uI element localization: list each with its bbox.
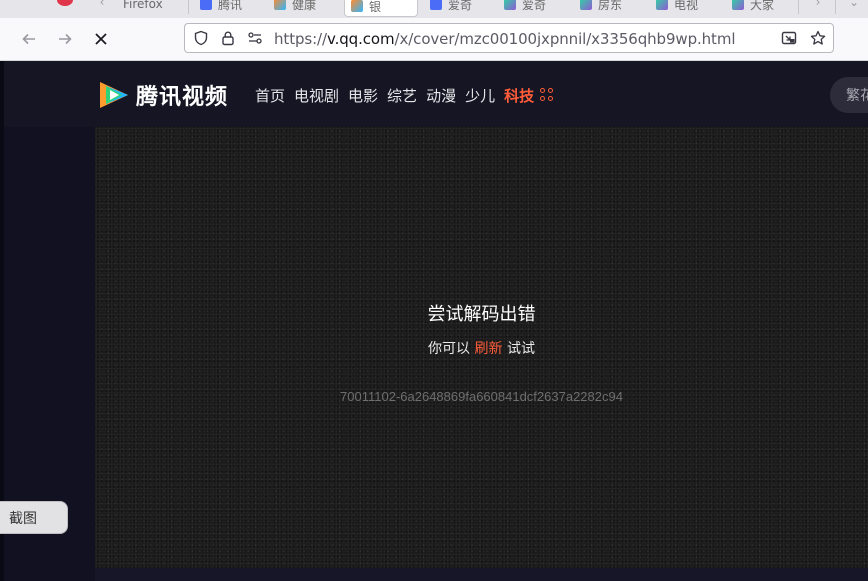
site-permissions-icon[interactable] <box>247 30 263 46</box>
site-header: 腾讯视频 首页 电视剧 电影 综艺 动漫 少儿 科技 繁花 <box>4 61 868 127</box>
tencent-video-logo-icon <box>100 82 128 108</box>
tab-label: Firefox <box>123 0 163 11</box>
page-content: 腾讯视频 首页 电视剧 电影 综艺 动漫 少儿 科技 繁花 尝试解码出错 你可以… <box>0 61 868 581</box>
tab-scroll-left-icon[interactable]: ‹ <box>94 0 110 10</box>
tracking-protection-shield-icon[interactable] <box>193 30 209 46</box>
url-text[interactable]: https://v.qq.com/x/cover/mzc00100jxpnnil… <box>274 30 736 48</box>
tab-label: 爱奇 <box>448 0 473 12</box>
error-title: 尝试解码出错 <box>427 304 536 325</box>
tab-favicon-icon <box>430 0 442 10</box>
url-host: v.qq.com <box>326 30 395 48</box>
refresh-link[interactable]: 刷新 <box>475 341 503 357</box>
tab-favicon-icon <box>732 0 744 10</box>
tab-favicon-icon <box>200 0 212 10</box>
browser-tab-1[interactable]: 腾讯 <box>200 0 255 14</box>
list-all-tabs-icon[interactable]: ⌄ <box>846 0 862 10</box>
tab-favicon-icon <box>351 0 363 12</box>
browser-navigation-bar: https://v.qq.com/x/cover/mzc00100jxpnnil… <box>0 18 868 61</box>
tab-favicon-icon <box>580 0 592 10</box>
nav-item-home[interactable]: 首页 <box>255 85 285 106</box>
picture-in-picture-icon[interactable] <box>781 30 797 46</box>
browser-tab-4[interactable]: 爱奇 <box>430 0 492 14</box>
tab-label: 腾讯 <box>218 0 243 12</box>
site-logo[interactable]: 腾讯视频 <box>97 79 228 111</box>
error-suffix: 试试 <box>502 341 535 357</box>
back-button[interactable] <box>17 27 41 51</box>
arrow-left-icon <box>22 33 35 45</box>
close-icon <box>95 33 107 45</box>
player-bottom-bar <box>95 568 868 581</box>
tab-label: 健康 <box>292 0 317 12</box>
tab-label: 电视 <box>674 0 699 12</box>
nav-item-movie[interactable]: 电影 <box>348 85 378 106</box>
recording-indicator-icon <box>57 0 73 6</box>
error-prefix: 你可以 <box>428 341 475 357</box>
screenshot-button[interactable]: 截图 <box>0 501 68 534</box>
tab-label: 房东 <box>598 0 623 12</box>
browser-tab-7[interactable]: 电视 <box>656 0 716 14</box>
tab-separator <box>798 0 799 14</box>
browser-tab-2[interactable]: 健康 <box>274 0 332 14</box>
screenshot-label: 截图 <box>9 510 37 527</box>
tab-separator <box>835 0 836 14</box>
browser-tab-active[interactable]: 银 <box>344 0 418 17</box>
error-message: 你可以 刷新 试试 <box>95 338 868 358</box>
stop-loading-button[interactable] <box>89 27 113 51</box>
lock-icon[interactable] <box>220 30 236 46</box>
tab-label: 爱奇 <box>522 0 547 12</box>
bookmark-star-icon[interactable] <box>810 30 826 46</box>
site-nav: 首页 电视剧 电影 综艺 动漫 少儿 科技 <box>255 85 556 106</box>
nav-item-anime[interactable]: 动漫 <box>426 85 456 106</box>
browser-tab-8[interactable]: 大家 <box>732 0 788 14</box>
tab-label: 银 <box>369 0 382 14</box>
search-input[interactable]: 繁花 <box>830 77 868 113</box>
search-placeholder: 繁花 <box>846 88 868 104</box>
tab-favicon-icon <box>504 0 516 10</box>
url-bar[interactable]: https://v.qq.com/x/cover/mzc00100jxpnnil… <box>184 23 834 53</box>
url-path: /x/cover/mzc00100jxpnnil/x3356qhb9wp.htm… <box>394 30 736 48</box>
url-scheme: https:// <box>274 30 327 48</box>
nav-item-tv[interactable]: 电视剧 <box>294 85 339 106</box>
site-logo-text: 腾讯视频 <box>136 85 229 110</box>
error-code: 70011102-6a2648869fa660841dcf2637a2282c9… <box>340 389 623 404</box>
forward-button[interactable] <box>53 27 77 51</box>
more-channels-icon[interactable] <box>540 87 556 104</box>
nav-item-tech[interactable]: 科技 <box>504 85 534 106</box>
tab-separator <box>188 0 189 14</box>
nav-item-variety[interactable]: 综艺 <box>387 85 417 106</box>
browser-tab-0[interactable]: Firefox <box>123 0 183 14</box>
video-player[interactable]: 尝试解码出错 你可以 刷新 试试 70011102-6a2648869fa660… <box>95 127 868 568</box>
tab-label: 大家 <box>750 0 775 12</box>
tab-favicon-icon <box>274 0 286 10</box>
browser-tab-strip: ‹ Firefox 腾讯 健康 银 爱奇 爱奇 房东 电视 大家 › ⌄ <box>0 0 868 18</box>
tab-favicon-icon <box>656 0 668 10</box>
arrow-right-icon <box>59 33 72 45</box>
nav-item-kids[interactable]: 少儿 <box>465 85 495 106</box>
browser-tab-6[interactable]: 房东 <box>580 0 640 14</box>
browser-tab-5[interactable]: 爱奇 <box>504 0 562 14</box>
tab-scroll-right-icon[interactable]: › <box>810 0 826 10</box>
